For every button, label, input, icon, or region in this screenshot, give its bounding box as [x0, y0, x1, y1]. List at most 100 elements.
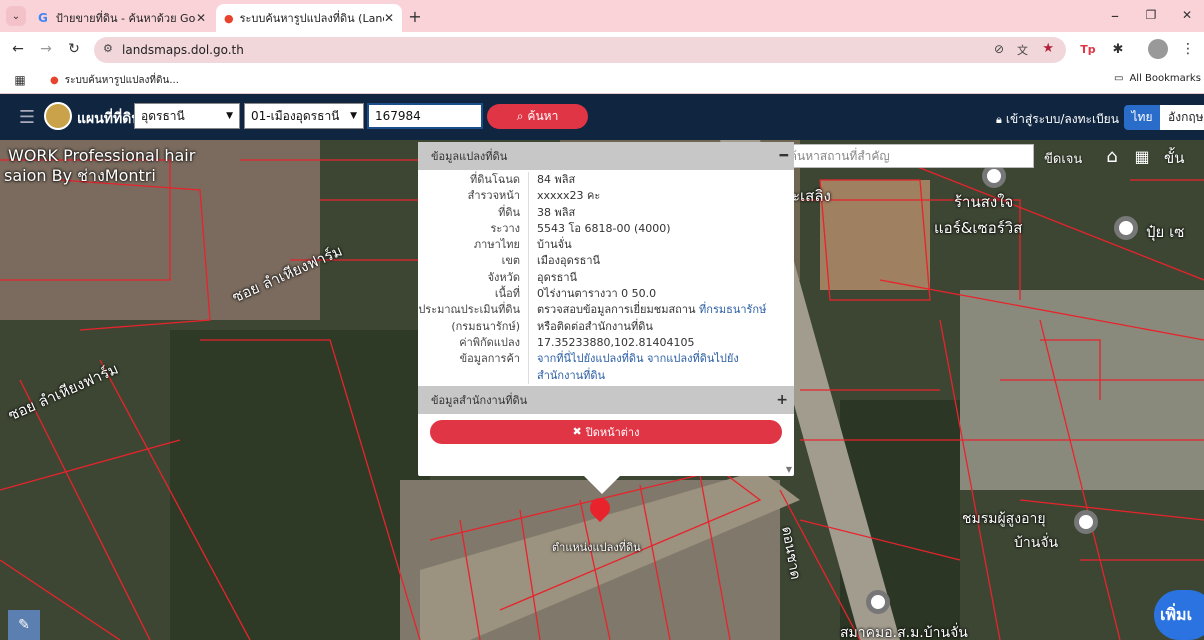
lang-thai-button[interactable]: ไทย [1124, 105, 1160, 130]
section-parcel-header[interactable]: ข้อมูลแปลงที่ดิน ━ [418, 142, 794, 170]
restore-icon[interactable]: ❐ [1136, 4, 1166, 26]
province-select[interactable]: อุดรธานี ▼ [134, 103, 240, 129]
detail-row: สำรวจหน้า xxxxx23 คะ [418, 188, 794, 205]
grid-icon[interactable]: ▦ [1130, 144, 1154, 168]
appraisal-text: ตรวจสอบข้อมูลการเยี่ยมชมสถาน [537, 303, 696, 317]
all-bookmarks-label: All Bookmarks [1129, 73, 1201, 84]
apps-grid-icon[interactable]: ▦ [12, 72, 28, 88]
site-info-icon[interactable]: ⚙ [103, 42, 113, 55]
login-label: เข้าสู่ระบบ/ลงทะเบียน [1005, 112, 1119, 126]
close-tab-icon[interactable]: ✕ [196, 11, 206, 25]
map-label-shop: ร้านสงใจ [954, 193, 1014, 211]
star-icon[interactable]: ★ [1042, 41, 1054, 56]
detail-row-coord: ค่าพิกัดแปลง 17.35233880,102.81404105 [418, 334, 794, 352]
map-label-air: แอร์&เซอร์วิส [934, 219, 1023, 237]
home-icon[interactable]: ⌂ [1100, 144, 1124, 168]
place-pin-icon[interactable] [866, 590, 890, 614]
eye-off-icon[interactable]: ⊘ [994, 42, 1004, 56]
login-link[interactable]: 🔒︎ เข้าสู่ระบบ/ลงทะเบียน [996, 110, 1119, 129]
browser-tab-strip: ⌄ G ป้ายขายที่ดิน - ค้นหาด้วย Google ✕ ●… [0, 0, 1204, 32]
section-office-title: ข้อมูลสำนักงานที่ดิน [431, 393, 528, 407]
back-icon[interactable]: ← [8, 39, 28, 59]
expand-icon[interactable]: + [776, 392, 788, 408]
hamburger-menu-icon[interactable]: ☰ [16, 107, 38, 128]
detail-row: ที่ดิน 38 พลิส [418, 204, 794, 221]
translate-icon[interactable]: 文 [1017, 42, 1028, 58]
parcel-number-input[interactable]: 167984 [367, 103, 483, 129]
bookmark-item[interactable]: ● ระบบค้นหารูปแปลงที่ดิน... [50, 73, 179, 88]
parcel-info-popup: ข้อมูลแปลงที่ดิน ━ ที่ดินโฉนด 84 พลิส สำร… [418, 142, 794, 494]
detail-row: ที่ดินโฉนด 84 พลิส [418, 172, 794, 189]
menu-dots-icon[interactable]: ⋮ [1180, 39, 1196, 59]
coordinate-link[interactable]: 17.35233880,102.81404105 [528, 334, 794, 352]
detail-row: ภาษาไทย บ้านจั่น [418, 237, 794, 254]
appraisal-key: ประมาณประเมินที่ดิน [418, 303, 520, 317]
appraisal-key-2: (กรมธนารักษ์) [451, 319, 520, 333]
district-select[interactable]: 01-เมืองอุดรธานี ▼ [244, 103, 364, 129]
popup-pointer [584, 476, 620, 494]
parcel-marker-label: ตำแหน่งแปลงที่ดิน [552, 541, 641, 554]
map-label-work-2: saion By ช่างMontri [4, 166, 156, 185]
url-text: landsmaps.dol.go.th [122, 43, 244, 57]
all-bookmarks-button[interactable]: ▭ All Bookmarks [1114, 73, 1201, 84]
map-pin-icon: ● [50, 75, 59, 86]
detail-row-trade: ข้อมูลการค้า จากที่นี่ไปยังแปลงที่ดิน จา… [418, 351, 794, 384]
tab-title: ป้ายขายที่ดิน - ค้นหาด้วย Google [55, 12, 196, 25]
profile-avatar[interactable] [1148, 39, 1168, 59]
forward-icon[interactable]: → [36, 39, 56, 59]
address-bar-row: ← → ↻ ⚙ landsmaps.dol.go.th ⊘ 文 ★ Tp ✱ ⋮ [0, 32, 1204, 66]
lock-icon: 🔒︎ [996, 112, 1002, 126]
more-button[interactable]: เพิ่มเ [1154, 590, 1204, 640]
directions-to-parcel-link[interactable]: จากที่นี่ไปยังแปลงที่ดิน [537, 352, 643, 365]
search-icon: ⌕ [516, 109, 524, 123]
tab-title: ระบบค้นหารูปแปลงที่ดิน (LandsMa [239, 12, 384, 25]
map-label-saleri: ะเสลิง [792, 187, 831, 205]
bookmarks-bar: ▦ ● ระบบค้นหารูปแปลงที่ดิน... ▭ All Book… [0, 66, 1204, 94]
section-office-header[interactable]: ข้อมูลสำนักงานที่ดิน + [418, 385, 794, 414]
extension-tp-icon[interactable]: Tp [1078, 40, 1098, 58]
scroll-down-icon[interactable]: ▼ [786, 465, 792, 474]
search-label: ค้นหา [527, 109, 559, 123]
lang-english-button[interactable]: อังกฤษ [1160, 105, 1204, 130]
collapse-icon[interactable]: ━ [780, 148, 788, 164]
close-tab-icon[interactable]: ✕ [384, 11, 394, 25]
bookmark-label: ระบบค้นหารูปแปลงที่ดิน... [64, 75, 179, 86]
chevron-down-icon: ▼ [350, 111, 357, 121]
close-popup-button[interactable]: ✖ ปิดหน้าต่าง [430, 419, 782, 444]
place-search-placeholder: ค้นหาสถานที่สำคัญ [789, 148, 890, 163]
directions-to-office-link[interactable]: จากแปลงที่ดินไปยัง [647, 352, 739, 365]
detail-row: เขต เมืองอุดรธานี [418, 253, 794, 270]
close-label: ปิดหน้าต่าง [585, 425, 640, 439]
search-button[interactable]: ⌕ ค้นหา [487, 104, 588, 129]
map-label-club: ชมรมผู้สูงอายุ [962, 511, 1046, 527]
map-label-assoc: สมาคมอ.ส.ม.บ้านจั่น [840, 625, 968, 640]
close-window-icon[interactable]: ✕ [1172, 4, 1202, 26]
layer-tool-icon[interactable]: ✎ [8, 610, 40, 640]
treasury-link[interactable]: ที่กรมธนารักษ์ [699, 303, 766, 316]
app-title: แผนที่ที่ดิน [77, 111, 141, 127]
appraisal-text-2: หรือติดต่อสำนักงานที่ดิน [537, 319, 653, 333]
reload-icon[interactable]: ↻ [64, 39, 84, 59]
detail-row-appraisal: ประมาณประเมินที่ดิน (กรมธนารักษ์) ตรวจสอบ… [418, 302, 794, 335]
land-office-link[interactable]: สำนักงานที่ดิน [537, 369, 605, 382]
measure-button[interactable]: ขีดเจน [1044, 148, 1082, 169]
more-label: เพิ่มเ [1160, 604, 1193, 624]
district-value: 01-เมืองอุดรธานี [251, 108, 340, 123]
tab-google[interactable]: G ป้ายขายที่ดิน - ค้นหาด้วย Google ✕ [30, 4, 214, 32]
app-header: ☰ แผนที่ที่ดิน อุดรธานี ▼ 01-เมืองอุดรธาน… [0, 94, 1204, 140]
advanced-button[interactable]: ขั้น [1164, 146, 1185, 170]
dol-logo [44, 102, 72, 130]
minimize-icon[interactable]: – [1100, 4, 1130, 26]
new-tab-icon[interactable]: + [404, 6, 426, 26]
tab-landsmaps[interactable]: ● ระบบค้นหารูปแปลงที่ดิน (LandsMa ✕ [216, 4, 402, 32]
place-pin-icon[interactable] [1114, 216, 1138, 240]
extensions-icon[interactable]: ✱ [1108, 40, 1128, 58]
parcel-detail-table: ที่ดินโฉนด 84 พลิส สำรวจหน้า xxxxx23 คะ ที… [418, 170, 794, 384]
map-label-pui: ปุ๋ย เซ [1146, 223, 1185, 241]
url-field[interactable]: ⚙ landsmaps.dol.go.th ⊘ 文 ★ [94, 37, 1066, 63]
detail-row: ระวาง 5543 โอ 6818-00 (4000) [418, 220, 794, 238]
section-parcel-title: ข้อมูลแปลงที่ดิน [431, 150, 508, 163]
place-pin-icon[interactable] [1074, 510, 1098, 534]
tab-search-icon[interactable]: ⌄ [6, 6, 26, 26]
place-search-input[interactable]: ค้นหาสถานที่สำคัญ [784, 144, 1034, 168]
